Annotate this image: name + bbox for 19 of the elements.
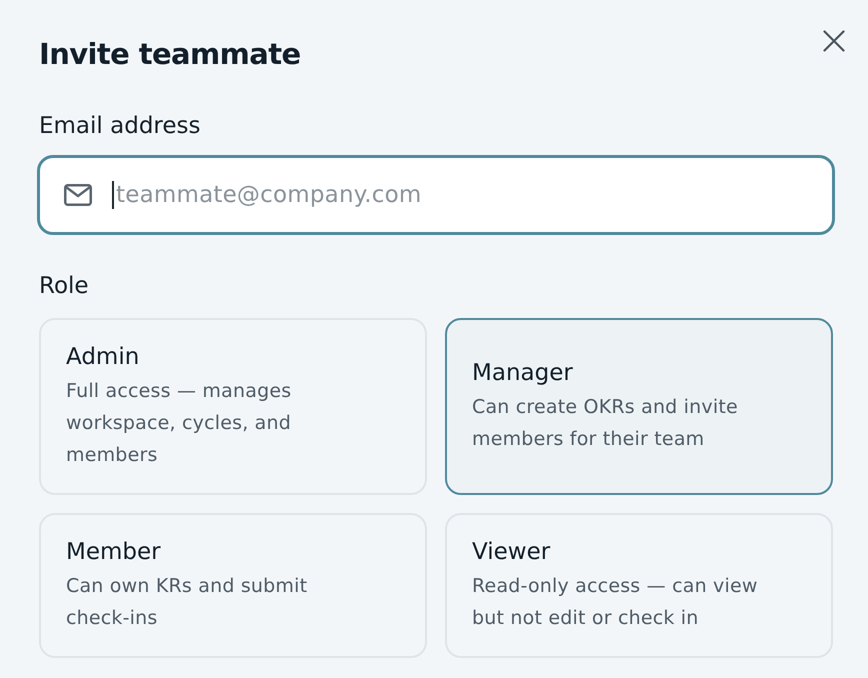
role-label: Role (39, 272, 89, 301)
role-title: Manager (472, 359, 573, 388)
role-title: Member (66, 538, 161, 567)
role-option-card[interactable]: Manager Can create OKRs and invite members for their team (445, 318, 833, 495)
role-description: Can create OKRs and invite members for their team (472, 395, 739, 452)
role-description: Can own KRs and submit check-ins (66, 574, 308, 631)
mail-icon (64, 184, 92, 206)
role-option-card[interactable]: Member Can own KRs and submit check-ins (39, 513, 427, 658)
role-option-card[interactable]: Viewer Read-only access — can view but not edit or check in (445, 513, 833, 658)
role-description: Read-only access — can view but not edit or check in (472, 574, 759, 631)
dialog-title: Invite teammate (39, 36, 301, 73)
role-description: Full access — manages workspace, cycles, and members (66, 379, 292, 468)
role-title: Admin (66, 343, 140, 372)
close-icon[interactable] (823, 30, 845, 52)
role-option-card[interactable]: Admin Full access — manages workspace, cycles, and members (39, 318, 427, 495)
email-label: Email address (39, 112, 200, 141)
text-cursor-icon (112, 181, 114, 209)
email-field[interactable]: teammate@company.com (37, 155, 835, 235)
role-title: Viewer (472, 538, 550, 567)
